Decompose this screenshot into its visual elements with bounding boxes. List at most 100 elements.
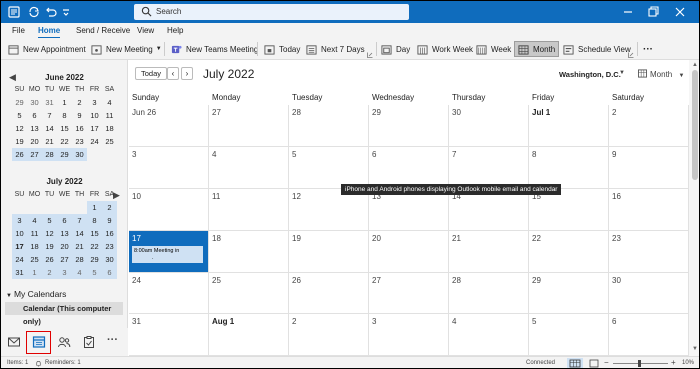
day-cell[interactable]: 29: [529, 273, 609, 314]
day-cell[interactable]: 30: [449, 105, 529, 147]
mini-day[interactable]: 1: [57, 96, 72, 109]
mini-day[interactable]: 15: [87, 227, 102, 240]
day-cell[interactable]: 4: [209, 147, 289, 189]
zoom-slider-thumb[interactable]: [638, 360, 641, 367]
schedule-view-button[interactable]: Schedule View: [563, 41, 631, 57]
mini-day[interactable]: 6: [102, 266, 117, 279]
calendar-icon[interactable]: [32, 335, 46, 349]
mini-day[interactable]: 5: [12, 109, 27, 122]
undo-icon[interactable]: [43, 5, 57, 19]
mini-day[interactable]: 5: [42, 214, 57, 227]
day-cell[interactable]: 2: [289, 314, 369, 356]
mini-day[interactable]: 7: [72, 214, 87, 227]
day-cell[interactable]: 19: [289, 231, 369, 273]
day-cell[interactable]: 3: [369, 314, 449, 356]
close-icon[interactable]: [673, 5, 687, 19]
mini-day[interactable]: 31: [42, 96, 57, 109]
weather-location[interactable]: Washington, D.C.: [559, 70, 621, 79]
mini-day[interactable]: 6: [27, 109, 42, 122]
mini-day[interactable]: 29: [87, 253, 102, 266]
chevron-down-icon[interactable]: ▼: [678, 73, 684, 79]
day-cell[interactable]: 25: [209, 273, 289, 314]
mini-day[interactable]: 20: [57, 240, 72, 253]
sync-icon[interactable]: [27, 5, 41, 19]
mini-day[interactable]: 27: [27, 148, 42, 161]
mini-day[interactable]: 10: [87, 109, 102, 122]
scroll-thumb[interactable]: [692, 70, 698, 180]
day-cell-today[interactable]: 17 8:00am Meeting in .: [129, 231, 209, 273]
day-cell[interactable]: 23: [609, 231, 689, 273]
mini-day[interactable]: 13: [27, 122, 42, 135]
mini-day[interactable]: 16: [72, 122, 87, 135]
day-cell[interactable]: Jul 1: [529, 105, 609, 147]
day-cell[interactable]: 5: [289, 147, 369, 189]
day-cell[interactable]: 16: [609, 189, 689, 231]
day-cell[interactable]: 14: [449, 189, 529, 231]
mini-day[interactable]: 2: [102, 201, 117, 214]
day-cell[interactable]: 27: [369, 273, 449, 314]
minimize-icon[interactable]: [621, 5, 635, 19]
mini-day[interactable]: 13: [57, 227, 72, 240]
calendar-event[interactable]: 8:00am Meeting in .: [132, 246, 203, 263]
chevron-down-icon[interactable]: ▼: [156, 46, 162, 52]
mini-day[interactable]: 8: [57, 109, 72, 122]
day-cell[interactable]: 31: [129, 314, 209, 356]
day-cell[interactable]: 26: [289, 273, 369, 314]
mini-day[interactable]: 18: [102, 122, 117, 135]
mini-day[interactable]: 30: [27, 96, 42, 109]
day-cell[interactable]: 30: [609, 273, 689, 314]
day-cell[interactable]: 11: [209, 189, 289, 231]
mini-day[interactable]: 3: [12, 214, 27, 227]
dialog-launcher-icon[interactable]: [628, 52, 634, 58]
day-cell[interactable]: 10: [129, 189, 209, 231]
day-cell[interactable]: 4: [449, 314, 529, 356]
month-view-button[interactable]: Month: [514, 41, 560, 57]
mini-day[interactable]: 4: [102, 96, 117, 109]
mini-day[interactable]: 22: [87, 240, 102, 253]
more-modules-icon[interactable]: ···: [107, 334, 118, 346]
mail-icon[interactable]: [7, 335, 21, 349]
mini-day[interactable]: 5: [87, 266, 102, 279]
mini-day[interactable]: 2: [42, 266, 57, 279]
day-cell[interactable]: 20: [369, 231, 449, 273]
day-cell[interactable]: 15: [529, 189, 609, 231]
next-7-days-button[interactable]: Next 7 Days: [306, 41, 365, 57]
mini-day[interactable]: 6: [57, 214, 72, 227]
mini-day[interactable]: 22: [57, 135, 72, 148]
mini-day[interactable]: 17: [87, 122, 102, 135]
mini-day[interactable]: 12: [12, 122, 27, 135]
mini-day[interactable]: 9: [102, 214, 117, 227]
mini-day[interactable]: 12: [42, 227, 57, 240]
qat-dropdown-icon[interactable]: [59, 5, 73, 19]
mini-day[interactable]: 24: [87, 135, 102, 148]
day-view-button[interactable]: Day: [381, 41, 410, 57]
day-cell[interactable]: 28: [449, 273, 529, 314]
scroll-up-icon[interactable]: ▲: [689, 62, 699, 68]
mini-day[interactable]: 19: [42, 240, 57, 253]
mini-day[interactable]: 26: [42, 253, 57, 266]
mini-day[interactable]: 19: [12, 135, 27, 148]
dialog-launcher-icon[interactable]: [367, 52, 373, 58]
zoom-level[interactable]: 10%: [682, 360, 694, 366]
day-cell[interactable]: 22: [529, 231, 609, 273]
reminders-count[interactable]: Reminders: 1: [45, 360, 81, 366]
mini-day[interactable]: 11: [27, 227, 42, 240]
mini-day[interactable]: 2: [72, 96, 87, 109]
menu-file[interactable]: File: [12, 26, 25, 35]
new-meeting-button[interactable]: New Meeting ▼: [91, 41, 162, 57]
mini-day[interactable]: 28: [72, 253, 87, 266]
search-box[interactable]: Search: [134, 4, 409, 20]
day-cell[interactable]: 29: [369, 105, 449, 147]
day-cell[interactable]: 6: [609, 314, 689, 356]
go-to-today-button[interactable]: Today: [135, 67, 168, 80]
normal-view-icon[interactable]: [567, 358, 583, 369]
next-month-button[interactable]: ›: [181, 67, 193, 80]
mini-day[interactable]: 26: [12, 148, 27, 161]
day-cell[interactable]: 8: [529, 147, 609, 189]
mini-day[interactable]: 11: [102, 109, 117, 122]
outlook-logo-icon[interactable]: [7, 5, 21, 19]
mini-day[interactable]: 15: [57, 122, 72, 135]
day-cell[interactable]: 13: [369, 189, 449, 231]
mini-day[interactable]: 30: [102, 253, 117, 266]
today-button[interactable]: Today: [264, 41, 300, 57]
